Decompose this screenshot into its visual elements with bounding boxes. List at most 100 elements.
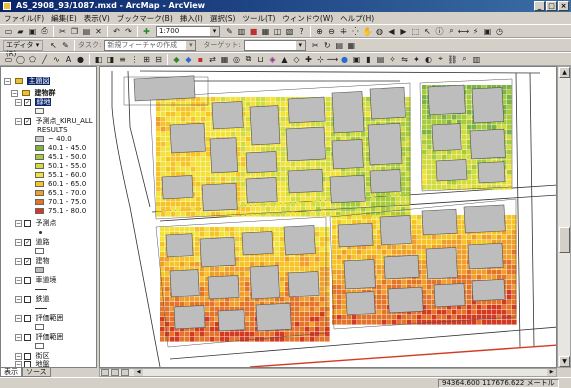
toc-symbol-row[interactable] [35,107,48,116]
toc-layer-row[interactable]: − 評価範囲 [15,314,63,323]
attributes-icon[interactable]: ▤ [334,40,345,51]
redo-icon[interactable]: ↷ [123,26,134,37]
legend-class-row[interactable]: 65.1 - 70.0 [35,189,86,198]
toc-group-row[interactable]: − 建物群 [11,89,55,98]
collapse-icon[interactable]: − [15,333,22,341]
draw-curve-icon[interactable]: ∿ [51,54,62,65]
menu-help[interactable]: ヘルプ(H) [340,13,374,24]
layer-visibility-checkbox[interactable] [24,360,32,367]
report-icon[interactable]: ▤ [375,54,386,65]
collapse-icon[interactable]: − [11,89,18,97]
send-back-icon[interactable]: ◨ [105,54,116,65]
collapse-icon[interactable]: − [15,295,22,303]
fixed-zoom-in-icon[interactable]: ⁜ [338,26,349,37]
flicker-icon[interactable]: ✦ [411,54,422,65]
legend-swatch[interactable] [35,343,44,349]
layer-visibility-checkbox[interactable]: ✓ [24,238,32,246]
add-data-icon[interactable]: ✚ [141,26,152,37]
toc-layer-row[interactable]: − 予測点 [15,219,56,228]
legend-swatch[interactable] [35,136,44,142]
editor-toolbar-icon[interactable]: ✎ [224,26,235,37]
legend-swatch[interactable] [35,199,44,205]
ungroup-icon[interactable]: ⊟ [153,54,164,65]
link-icon[interactable]: ⛓ [447,54,458,65]
effects-icon[interactable]: ✧ [387,54,398,65]
full-extent-icon[interactable]: ◍ [374,26,385,37]
toc-symbol-row[interactable] [35,342,48,351]
task-combo[interactable]: 新規フィーチャの作成 [104,39,197,51]
python-icon[interactable]: ▧ [284,26,295,37]
toolbox-icon[interactable]: ■ [248,26,259,37]
layer-visibility-checkbox[interactable] [24,219,32,227]
menu-insert[interactable]: 挿入(I) [180,13,203,24]
locate-icon[interactable]: ⌕ [459,54,470,65]
toc-layer-row[interactable]: − ✓ 建物 [15,257,49,266]
map-display[interactable] [99,66,557,368]
undo-icon[interactable]: ↶ [111,26,122,37]
transparency-icon[interactable]: ◐ [423,54,434,65]
collapse-icon[interactable]: − [15,352,22,360]
legend-class-row[interactable]: 60.1 - 65.0 [35,180,86,189]
legend-swatch[interactable] [35,108,44,114]
route-icon[interactable]: ⟿ [327,54,338,65]
toc-layer-row[interactable]: − ✓ 予測点_KIRU_ALL [15,117,93,126]
toc-layer-row[interactable]: − 鉄道 [15,295,49,304]
collapse-icon[interactable]: − [15,117,22,125]
collapse-icon[interactable]: − [15,276,22,284]
collapse-icon[interactable]: − [15,98,22,106]
clip-icon[interactable]: ⧉ [243,54,254,65]
scroll-up-icon[interactable]: ▲ [559,67,570,78]
menu-tools[interactable]: ツール(T) [242,13,275,24]
coords-icon[interactable]: ⌖ [435,54,446,65]
legend-swatch[interactable] [35,324,44,330]
chart-icon[interactable]: ▮ [363,54,374,65]
catalog-icon[interactable]: ▥ [236,26,247,37]
zoom-out-icon[interactable]: ⊖ [326,26,337,37]
previous-extent-icon[interactable]: ◀ [386,26,397,37]
menu-window[interactable]: ウィンドウ(W) [282,13,333,24]
graph-icon[interactable]: ▥ [471,54,482,65]
time-slider-icon[interactable]: ◷ [494,26,505,37]
swipe-icon[interactable]: ⇋ [399,54,410,65]
minimize-button[interactable]: _ [534,1,545,11]
toc-symbol-row[interactable] [35,247,48,256]
legend-swatch[interactable] [35,267,44,273]
toc-symbol-row[interactable] [35,323,48,332]
data-view-icon[interactable] [101,369,109,376]
3d-analyst-icon[interactable]: ▲ [279,54,290,65]
legend-class-row[interactable]: 70.1 - 75.0 [35,198,86,207]
scroll-right-icon[interactable]: ▶ [547,369,556,376]
collapse-icon[interactable]: − [15,314,22,322]
target-combo[interactable] [243,39,306,51]
scroll-left-icon[interactable]: ◀ [134,369,143,376]
fixed-zoom-out-icon[interactable]: ⁛ [350,26,361,37]
layer-style-icon[interactable]: ◆ [183,54,194,65]
legend-swatch[interactable] [35,190,44,196]
copy-icon[interactable]: ❐ [69,26,80,37]
legend-class-row[interactable]: ~ 40.0 [35,135,72,144]
delete-icon[interactable]: ✕ [93,26,104,37]
menu-bookmarks[interactable]: ブックマーク(B) [117,13,173,24]
draw-text-icon[interactable]: A [63,54,74,65]
layer-visibility-checkbox[interactable] [24,276,32,284]
select-features-icon[interactable]: ⬚ [410,26,421,37]
collapse-icon[interactable]: − [15,238,22,246]
draw-line-icon[interactable]: ╱ [39,54,50,65]
geostatistics-icon[interactable]: ◇ [291,54,302,65]
map-canvas[interactable] [100,67,557,368]
legend-class-row[interactable]: 40.1 - 45.0 [35,144,86,153]
legend-swatch[interactable] [35,154,44,160]
help-icon[interactable]: ? [296,26,307,37]
zoom-in-icon[interactable]: ⊕ [314,26,325,37]
html-popup-icon[interactable]: ▣ [482,26,493,37]
legend-class-row[interactable]: 45.1 - 50.0 [35,153,86,162]
rotate-tool-icon[interactable]: ↻ [322,40,333,51]
map-scale-combo[interactable]: 1:700 [156,25,220,37]
new-document-icon[interactable]: ▭ [3,26,14,37]
close-button[interactable]: × [558,1,569,11]
measure-icon[interactable]: ⟷ [458,26,469,37]
cut-icon[interactable]: ✂ [57,26,68,37]
layer-visibility-checkbox[interactable]: ✓ [24,257,32,265]
globe-icon[interactable]: ● [339,54,350,65]
legend-swatch[interactable] [35,181,44,187]
